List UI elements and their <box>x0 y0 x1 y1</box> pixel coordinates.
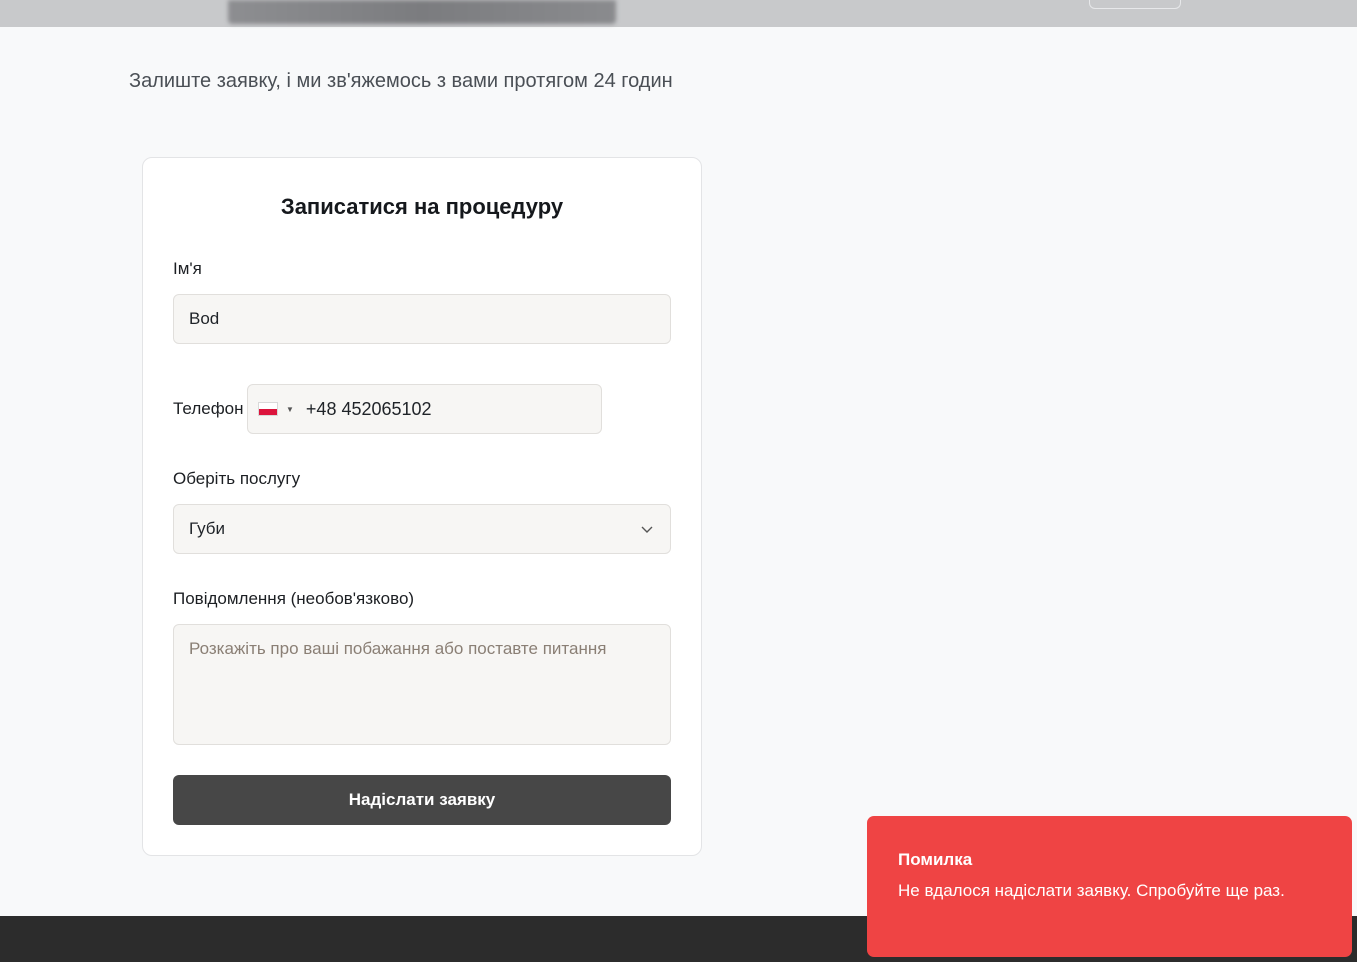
message-placeholder: Розкажіть про ваші побажання або поставт… <box>189 639 607 658</box>
service-select[interactable]: Губи <box>173 504 671 554</box>
name-input[interactable]: Bod <box>173 294 671 344</box>
header-button[interactable] <box>1089 0 1181 9</box>
service-select-value: Губи <box>189 519 225 538</box>
submit-button[interactable]: Надіслати заявку <box>173 775 671 825</box>
toast-message: Не вдалося надіслати заявку. Спробуйте щ… <box>898 881 1285 900</box>
phone-label: Телефон <box>173 399 244 418</box>
error-toast[interactable]: Помилка Не вдалося надіслати заявку. Спр… <box>867 816 1352 957</box>
message-textarea[interactable]: Розкажіть про ваші побажання або поставт… <box>173 624 671 745</box>
form-title: Записатися на процедуру <box>280 194 564 219</box>
page-subtitle: Залиште заявку, і ми зв'яжемось з вами п… <box>129 70 673 92</box>
chevron-down-icon <box>641 526 653 533</box>
blurred-header-content <box>228 0 616 24</box>
country-dropdown-caret-icon[interactable]: ▼ <box>286 405 294 414</box>
name-input-value: Bod <box>189 309 220 328</box>
booking-form-card: Записатися на процедуру Ім'я Bod Телефон… <box>142 157 702 856</box>
top-nav-bar <box>0 0 1357 27</box>
poland-flag-icon[interactable] <box>258 402 278 416</box>
message-label: Повідомлення (необов'язково) <box>173 589 415 608</box>
service-label: Оберіть послугу <box>173 469 301 488</box>
name-label: Ім'я <box>173 259 202 278</box>
phone-input-value: +48 452065102 <box>305 398 432 419</box>
toast-title: Помилка <box>898 850 973 869</box>
phone-input[interactable]: ▼ +48 452065102 <box>247 384 602 434</box>
